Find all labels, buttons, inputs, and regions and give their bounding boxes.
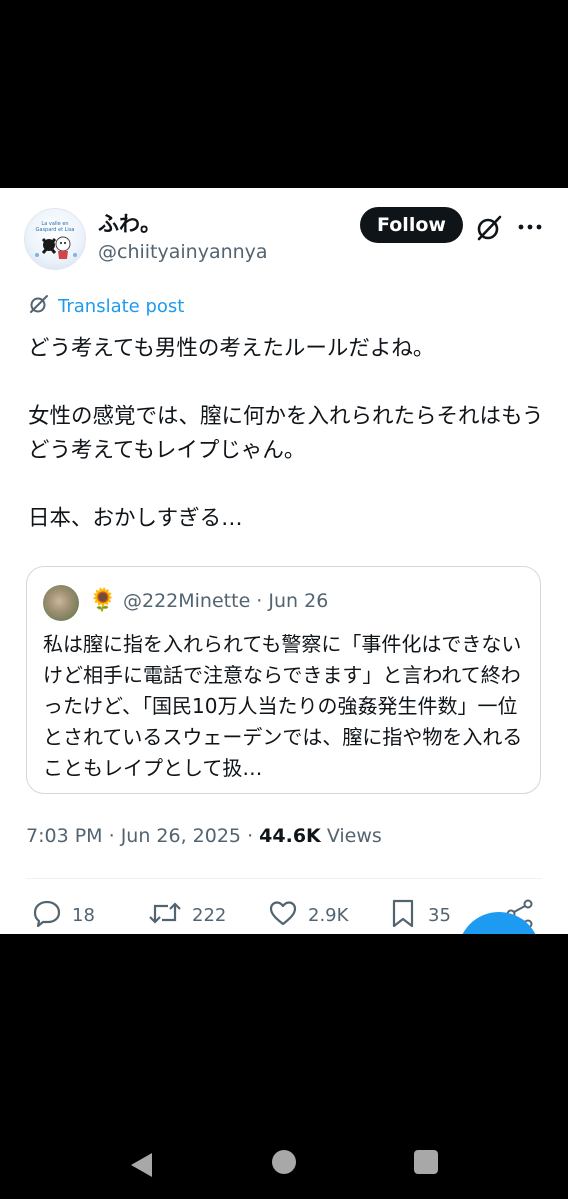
reply-icon bbox=[32, 898, 62, 933]
like-button[interactable]: 2.9K bbox=[268, 898, 348, 932]
bookmark-count: 35 bbox=[428, 904, 451, 926]
quote-author-avatar[interactable] bbox=[43, 585, 79, 621]
sunflower-emoji: 🌻 bbox=[89, 588, 117, 613]
like-count: 2.9K bbox=[308, 904, 349, 926]
reply-count: 18 bbox=[72, 904, 95, 926]
translate-post-link[interactable]: Translate post bbox=[28, 293, 184, 319]
svg-text:Gaspard et Lisa: Gaspard et Lisa bbox=[36, 227, 75, 233]
recents-icon[interactable] bbox=[414, 1150, 438, 1174]
tweet-card: La valle en Gaspard et Lisa ふわ。 @chiitya… bbox=[0, 188, 568, 934]
translate-icon bbox=[28, 293, 50, 319]
bookmark-icon bbox=[388, 898, 418, 933]
author-display-name[interactable]: ふわ。 bbox=[98, 208, 161, 238]
quote-text: 私は膣に指を入れられても警察に「事件化はできないけど相手に電話で注意ならできます… bbox=[43, 632, 523, 780]
repost-button[interactable]: 222 bbox=[148, 898, 226, 932]
tweet-text: どう考えても男性の考えたルールだよね。 女性の感覚では、膣に何かを入れられたらそ… bbox=[28, 336, 544, 531]
divider bbox=[26, 878, 542, 879]
system-navigation-bar bbox=[0, 1120, 568, 1199]
meta-separator: · bbox=[241, 825, 260, 847]
post-date[interactable]: Jun 26, 2025 bbox=[121, 825, 241, 847]
views-label: Views bbox=[326, 825, 382, 847]
quote-date: Jun 26 bbox=[268, 590, 329, 612]
quote-header: @222Minette · Jun 26 bbox=[123, 590, 328, 612]
meta-separator: · bbox=[102, 825, 121, 847]
grok-icon[interactable] bbox=[474, 213, 504, 243]
quoted-post[interactable]: 🌻 @222Minette · Jun 26 私は膣に指を入れられても警察に「事… bbox=[26, 566, 541, 794]
follow-button[interactable]: Follow bbox=[360, 207, 463, 243]
more-icon[interactable] bbox=[515, 212, 545, 242]
post-meta: 7:03 PM · Jun 26, 2025 · 44.6K Views bbox=[26, 825, 382, 847]
back-icon[interactable] bbox=[128, 1150, 154, 1180]
reply-button[interactable]: 18 bbox=[32, 898, 95, 932]
views-count: 44.6K bbox=[259, 825, 321, 847]
home-icon[interactable] bbox=[272, 1150, 296, 1174]
author-handle[interactable]: @chiityainyannya bbox=[98, 241, 268, 263]
translate-label: Translate post bbox=[58, 295, 185, 317]
repost-icon bbox=[148, 898, 182, 933]
post-time[interactable]: 7:03 PM bbox=[26, 825, 103, 847]
author-avatar[interactable]: La valle en Gaspard et Lisa bbox=[24, 208, 86, 270]
quote-separator: · bbox=[250, 590, 269, 612]
heart-icon bbox=[268, 898, 298, 933]
repost-count: 222 bbox=[192, 904, 227, 926]
quote-author-handle[interactable]: @222Minette bbox=[123, 590, 250, 612]
bookmark-button[interactable]: 35 bbox=[388, 898, 451, 932]
